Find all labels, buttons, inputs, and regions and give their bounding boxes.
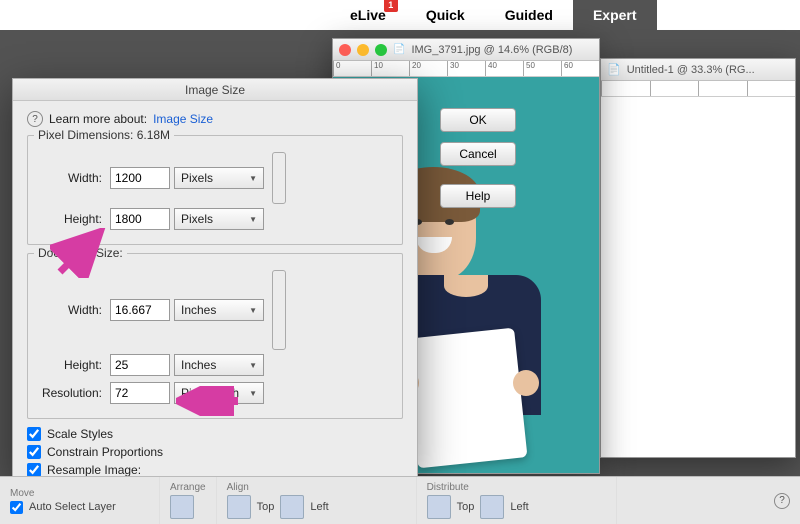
- distribute-label: Distribute: [427, 482, 606, 493]
- ruler: [601, 81, 795, 97]
- doc-height-label: Height:: [38, 358, 106, 372]
- arrange-icon[interactable]: [170, 495, 194, 519]
- align-label: Align: [227, 482, 406, 493]
- constrain-proportions-checkbox[interactable]: Constrain Proportions: [27, 445, 403, 459]
- doc-width-input[interactable]: [110, 299, 170, 321]
- image-size-dialog: Image Size ? Learn more about: Image Siz…: [12, 78, 418, 478]
- titlebar[interactable]: 📄 Untitled-1 @ 33.3% (RG...: [601, 59, 795, 81]
- help-button[interactable]: Help: [440, 184, 516, 208]
- document-window-untitled[interactable]: 📄 Untitled-1 @ 33.3% (RG...: [600, 58, 796, 458]
- doc-height-input[interactable]: [110, 354, 170, 376]
- window-title: Untitled-1 @ 33.3% (RG...: [627, 64, 755, 76]
- doc-width-unit-select[interactable]: Inches: [174, 299, 264, 321]
- pixel-width-unit-select[interactable]: Pixels: [174, 167, 264, 189]
- distribute-top-icon[interactable]: [427, 495, 451, 519]
- ok-button[interactable]: OK: [440, 108, 516, 132]
- arrange-label: Arrange: [170, 482, 206, 493]
- height-label: Height:: [38, 212, 106, 226]
- mode-tab-quick[interactable]: Quick: [406, 0, 485, 30]
- dialog-title: Image Size: [13, 79, 417, 101]
- help-icon[interactable]: ?: [27, 111, 43, 127]
- window-title: IMG_3791.jpg @ 14.6% (RGB/8): [411, 44, 572, 56]
- ruler: 0102030405060: [333, 61, 599, 77]
- options-bar: Move Auto Select Layer Arrange Align Top…: [0, 476, 800, 524]
- pixel-height-input[interactable]: [110, 208, 170, 230]
- pixel-width-input[interactable]: [110, 167, 170, 189]
- width-label: Width:: [38, 171, 106, 185]
- document-size-group: Width: Inches Height: Inches Resolution:…: [27, 253, 403, 419]
- align-left-icon[interactable]: [280, 495, 304, 519]
- link-icon[interactable]: [272, 270, 286, 350]
- resolution-input[interactable]: [110, 382, 170, 404]
- resolution-unit-select[interactable]: Pixels/Inch: [174, 382, 264, 404]
- align-top-icon[interactable]: [227, 495, 251, 519]
- mode-tab-label: Quick: [426, 7, 465, 23]
- mode-tab-elive[interactable]: eLive 1: [330, 0, 406, 30]
- mode-tab-label: Guided: [505, 7, 553, 23]
- auto-select-layer-checkbox[interactable]: Auto Select Layer: [10, 501, 149, 514]
- zoom-icon[interactable]: [375, 44, 387, 56]
- document-icon: 📄: [607, 63, 621, 76]
- minimize-icon[interactable]: [357, 44, 369, 56]
- learn-link[interactable]: Image Size: [153, 112, 213, 126]
- mode-tab-label: eLive: [350, 7, 386, 23]
- doc-width-label: Width:: [38, 303, 106, 317]
- notification-badge: 1: [384, 0, 398, 12]
- mode-tab-bar: eLive 1 Quick Guided Expert: [0, 0, 800, 30]
- resolution-label: Resolution:: [38, 386, 106, 400]
- options-panel-title: Move: [10, 488, 149, 499]
- traffic-lights[interactable]: [339, 44, 387, 56]
- pixel-height-unit-select[interactable]: Pixels: [174, 208, 264, 230]
- scale-styles-checkbox[interactable]: Scale Styles: [27, 427, 403, 441]
- cancel-button[interactable]: Cancel: [440, 142, 516, 166]
- mode-tab-expert[interactable]: Expert: [573, 0, 657, 30]
- mode-tab-label: Expert: [593, 7, 637, 23]
- help-icon[interactable]: ?: [774, 493, 790, 509]
- resample-image-checkbox[interactable]: Resample Image:: [27, 463, 403, 477]
- dialog-button-column: OK Cancel Help: [440, 108, 516, 208]
- mode-tab-guided[interactable]: Guided: [485, 0, 573, 30]
- titlebar[interactable]: 📄 IMG_3791.jpg @ 14.6% (RGB/8): [333, 39, 599, 61]
- pixel-dimensions-group: Width: Pixels Height: Pixels: [27, 135, 403, 245]
- doc-height-unit-select[interactable]: Inches: [174, 354, 264, 376]
- link-icon[interactable]: [272, 152, 286, 204]
- close-icon[interactable]: [339, 44, 351, 56]
- learn-label: Learn more about:: [49, 112, 147, 126]
- distribute-left-icon[interactable]: [480, 495, 504, 519]
- canvas[interactable]: [601, 97, 795, 457]
